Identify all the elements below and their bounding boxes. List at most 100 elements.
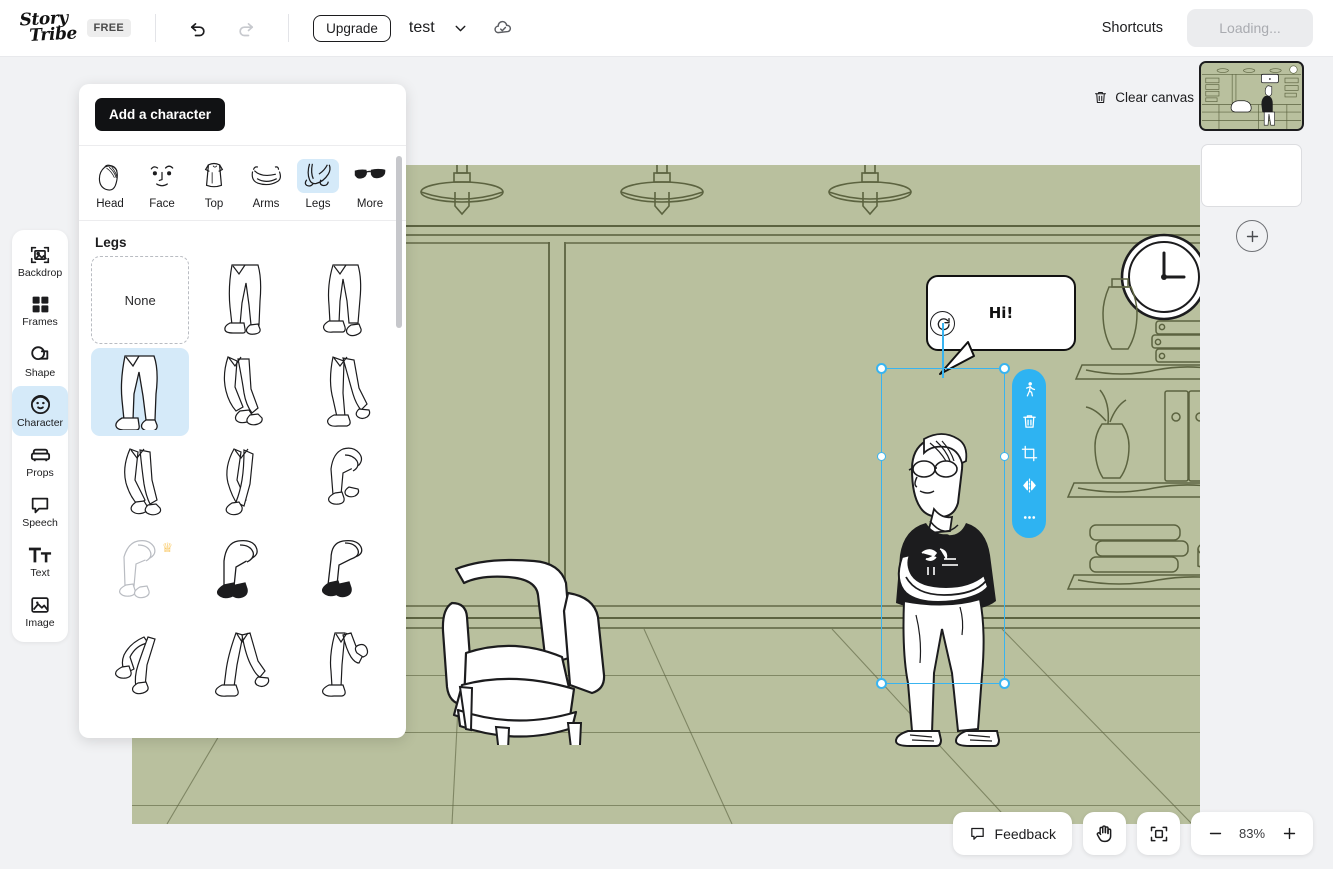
top-bar-right: Shortcuts Loading... — [1094, 9, 1313, 47]
panel-scrollbar[interactable] — [396, 156, 402, 328]
legs-option-8[interactable] — [296, 440, 394, 528]
head-icon — [89, 159, 131, 193]
bottom-toolbar: Feedback 83% — [952, 812, 1313, 855]
legs-option-6[interactable] — [91, 440, 189, 528]
sidebar-item-text[interactable]: Text — [12, 536, 68, 586]
legs-option-11[interactable] — [296, 532, 394, 620]
arms-icon — [245, 159, 287, 193]
sidebar-item-frames[interactable]: Frames — [12, 286, 68, 336]
props-icon — [30, 449, 50, 462]
project-title[interactable]: test — [409, 19, 435, 37]
sidebar-label-frames: Frames — [22, 316, 58, 329]
legs-thumb-icon — [224, 264, 262, 335]
tab-label-top: Top — [204, 198, 224, 210]
wall-panel-top-b — [566, 242, 1200, 244]
ceiling-lamp-icon — [420, 165, 504, 216]
legs-option-3-selected[interactable] — [91, 348, 190, 436]
sidebar-item-backdrop[interactable]: Backdrop — [12, 236, 68, 286]
legs-option-16[interactable] — [193, 716, 291, 731]
tab-more[interactable]: More — [345, 156, 395, 212]
armchair-prop[interactable] — [428, 555, 628, 745]
legs-grid: None ♕ — [79, 256, 406, 731]
legs-option-4[interactable] — [193, 348, 291, 436]
resize-handle-top-right[interactable] — [999, 363, 1010, 374]
undo-button[interactable] — [180, 10, 216, 46]
clear-canvas-button[interactable]: Clear canvas — [1087, 86, 1200, 109]
frames-icon — [32, 296, 48, 313]
project-menu-button[interactable] — [443, 10, 479, 46]
scene-thumbnail-2-empty[interactable] — [1201, 144, 1302, 207]
crop-button[interactable] — [1014, 441, 1044, 466]
legs-option-14[interactable] — [296, 624, 394, 712]
tab-top[interactable]: Top — [189, 156, 239, 212]
fit-to-screen-button[interactable] — [1137, 812, 1180, 855]
flip-button[interactable] — [1014, 473, 1044, 498]
upgrade-button[interactable]: Upgrade — [313, 14, 391, 42]
cloud-save-button[interactable] — [485, 10, 521, 46]
history-controls — [180, 10, 264, 46]
app-logo[interactable]: Story Tribe FREE — [19, 8, 132, 46]
sidebar-label-text: Text — [30, 566, 50, 579]
tab-arms[interactable]: Arms — [241, 156, 291, 212]
add-scene-button[interactable] — [1236, 220, 1268, 252]
shortcuts-button[interactable]: Shortcuts — [1094, 14, 1171, 42]
resize-handle-middle-right[interactable] — [1000, 452, 1009, 461]
scene-thumbnail-1[interactable] — [1199, 61, 1304, 131]
tab-legs[interactable]: Legs — [293, 156, 343, 212]
pose-walk-button[interactable] — [1014, 377, 1044, 402]
resize-handle-top-left[interactable] — [876, 363, 887, 374]
sidebar-item-shape[interactable]: Shape — [12, 336, 68, 386]
legs-option-5[interactable] — [296, 348, 394, 436]
legs-option-2[interactable] — [296, 256, 394, 344]
sidebar-item-speech[interactable]: Speech — [12, 486, 68, 536]
top-bar: Story Tribe FREE Upgrade test Shortcuts … — [0, 0, 1333, 57]
crop-icon — [1021, 445, 1037, 462]
legs-option-15[interactable] — [91, 716, 189, 731]
legs-option-13[interactable] — [193, 624, 291, 712]
legs-option-none[interactable]: None — [91, 256, 190, 344]
plan-badge: FREE — [86, 19, 132, 37]
cloud-check-icon — [494, 20, 511, 34]
pan-tool-button[interactable] — [1083, 812, 1126, 855]
resize-handle-bottom-left[interactable] — [876, 678, 887, 689]
legs-option-7[interactable] — [193, 440, 291, 528]
legs-option-17[interactable] — [296, 716, 394, 731]
sidebar-label-image: Image — [25, 616, 55, 629]
legs-option-1[interactable] — [193, 256, 291, 344]
toolbar-divider-2 — [288, 14, 290, 42]
logo-line-2: Tribe — [28, 23, 78, 46]
tab-head[interactable]: Head — [85, 156, 135, 212]
legs-option-10[interactable] — [193, 532, 291, 620]
premium-crown-icon: ♕ — [161, 540, 174, 555]
legs-thumb-icon — [215, 632, 270, 697]
text-icon — [28, 547, 52, 563]
top-icon — [193, 159, 235, 193]
speech-bubble-text: Hi! — [988, 304, 1014, 322]
sidebar-item-character[interactable]: Character — [12, 386, 68, 436]
redo-button[interactable] — [228, 10, 264, 46]
legs-thumb-icon — [321, 539, 363, 598]
legs-option-9-premium[interactable]: ♕ — [91, 532, 189, 620]
zoom-out-button[interactable] — [1200, 819, 1230, 849]
character-figure[interactable] — [882, 425, 1014, 747]
legs-option-12[interactable] — [91, 624, 189, 712]
flip-horizontal-icon — [1022, 478, 1036, 493]
legs-thumb-icon — [326, 356, 371, 427]
sidebar-item-props[interactable]: Props — [12, 436, 68, 486]
speech-icon — [31, 497, 49, 513]
storytribe-logo-icon: Story Tribe — [19, 8, 78, 46]
resize-handle-bottom-right[interactable] — [999, 678, 1010, 689]
sidebar-item-image[interactable]: Image — [12, 586, 68, 636]
resize-handle-middle-left[interactable] — [877, 452, 886, 461]
tab-face[interactable]: Face — [137, 156, 187, 212]
legs-thumb-icon — [217, 539, 259, 599]
zoom-in-button[interactable] — [1274, 819, 1304, 849]
image-icon — [31, 597, 49, 613]
sidebar-label-backdrop: Backdrop — [17, 266, 63, 279]
tab-label-legs: Legs — [305, 198, 331, 210]
delete-button[interactable] — [1014, 409, 1044, 434]
legs-thumb-icon — [327, 447, 362, 505]
feedback-button[interactable]: Feedback — [952, 812, 1072, 855]
object-float-toolbar — [1012, 369, 1046, 538]
more-options-button[interactable] — [1014, 505, 1044, 530]
